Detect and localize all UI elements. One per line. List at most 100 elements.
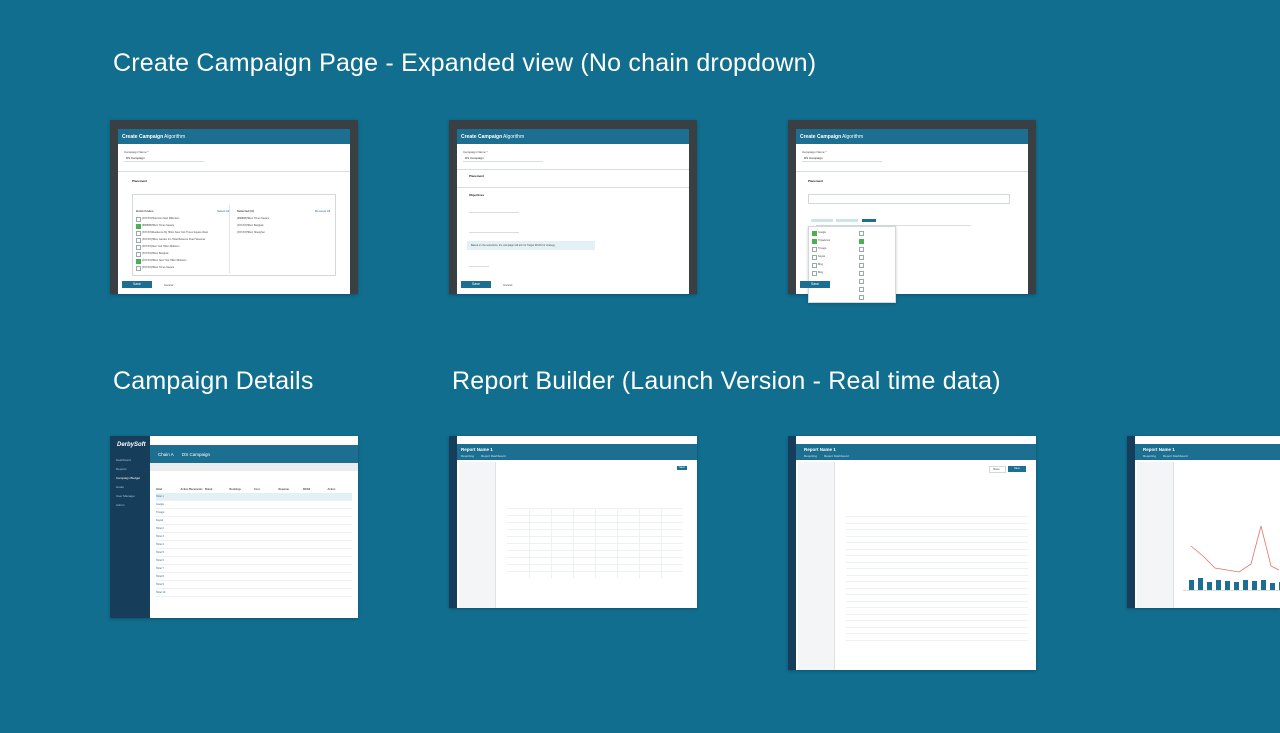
thumb-create-campaign-2[interactable]: Create Campaign Algorithm Campaign Name …	[449, 120, 697, 294]
placement-option[interactable]: Tripadvisor	[818, 239, 830, 242]
thumb-create-campaign-1[interactable]: Create Campaign Algorithm Campaign Name …	[110, 120, 358, 294]
table-row[interactable]: Hotel 5	[156, 551, 164, 554]
sidebar-nav-item[interactable]: Campaign Budget	[116, 476, 140, 480]
hotel-list-item[interactable]: [XXXXX]Hilton Bangkok	[142, 252, 169, 255]
table-row	[846, 548, 1028, 550]
table-row[interactable]: Hotel 2	[156, 527, 164, 530]
placement-checkbox[interactable]	[859, 295, 864, 300]
table-row-divider	[156, 596, 352, 597]
hotel-list-item[interactable]: [XXXXX]Hilton Times Square	[142, 266, 174, 269]
table-row[interactable]: Hotel 9	[156, 583, 164, 586]
cancel-button[interactable]: Cancel	[503, 283, 512, 287]
save-button[interactable]: Save	[1008, 466, 1026, 472]
table-row[interactable]: Kayak	[156, 519, 163, 522]
table-row	[846, 535, 1028, 537]
sidebar-nav-item[interactable]: Dashboard	[116, 458, 131, 462]
hotel-checkbox[interactable]	[136, 217, 141, 222]
placement-checkbox[interactable]	[859, 239, 864, 244]
selected-hotel-item[interactable]: [XXXXX]Hilton Bangkok	[237, 224, 264, 227]
tab-report-dashboard[interactable]: Report Dashboard	[824, 454, 849, 458]
table-row-divider	[156, 556, 352, 557]
save-button[interactable]: Save	[122, 281, 152, 288]
placement-option[interactable]: Bing	[818, 271, 823, 274]
hotel-search-input[interactable]	[808, 194, 1010, 204]
report-header: Report Name 1 Reporting Report Dashboard	[1135, 444, 1280, 460]
cancel-button[interactable]: Cancel	[164, 283, 173, 287]
chart-bar	[1243, 580, 1248, 590]
table-row[interactable]: Hotel 8	[156, 575, 164, 578]
sidebar-nav-item[interactable]: Goals	[116, 485, 124, 489]
placement-checkbox[interactable]	[859, 271, 864, 276]
sidebar-nav-item[interactable]: User Manager	[116, 494, 135, 498]
table-row[interactable]: Hotel 6	[156, 559, 164, 562]
hotel-checkbox[interactable]	[136, 224, 141, 229]
placement-checkbox[interactable]	[812, 231, 817, 236]
hotel-checkbox[interactable]	[136, 266, 141, 271]
hotel-checkbox[interactable]	[136, 252, 141, 257]
table-row[interactable]: Hotel 10	[156, 591, 165, 594]
placement-checkbox[interactable]	[859, 247, 864, 252]
hotel-list-item[interactable]: [XXXXX]Hilton New York Hilton Midtown	[142, 259, 186, 262]
hotel-list-item[interactable]: [XXXXX]Residence By Hilton New York Time…	[142, 231, 208, 234]
table-row	[846, 561, 1028, 563]
placement-checkbox[interactable]	[859, 279, 864, 284]
placement-checkbox[interactable]	[812, 263, 817, 268]
hotel-checkbox[interactable]	[136, 245, 141, 250]
placement-option[interactable]: Google	[818, 231, 826, 234]
placement-checkbox[interactable]	[812, 247, 817, 252]
campaign-name-value[interactable]: DS Campaign	[465, 156, 484, 160]
thumb-report-builder-3[interactable]: Report Name 1 Reporting Report Dashboard	[1127, 436, 1280, 608]
selected-hotel-item[interactable]: [888888]Hilton Times Square	[237, 217, 269, 220]
hotel-list-item[interactable]: [888888]Hilton Times Square	[142, 224, 174, 227]
table-row[interactable]: Hotel 4	[156, 543, 164, 546]
placement-option[interactable]: Bing	[818, 263, 823, 266]
placement-checkbox[interactable]	[812, 255, 817, 260]
sidebar-nav-item[interactable]: Admin	[116, 503, 125, 507]
breadcrumb-chain[interactable]: Chain A	[158, 452, 174, 457]
campaign-name-value[interactable]: DS Campaign	[126, 156, 145, 160]
hotel-list-item[interactable]: [XXXXX]New York Hilton Midtown	[142, 245, 179, 248]
placement-option[interactable]: Kayak	[818, 255, 825, 258]
placement-checkbox[interactable]	[859, 231, 864, 236]
tab-reporting[interactable]: Reporting	[461, 454, 474, 458]
hotel-checkbox[interactable]	[136, 231, 141, 236]
sidebar-nav-item[interactable]: Reports	[116, 467, 127, 471]
logo: DerbySoft	[117, 442, 146, 448]
share-button[interactable]: Share	[993, 468, 1000, 471]
save-button[interactable]: Save	[800, 281, 830, 288]
campaign-name-value[interactable]: DS Campaign	[804, 156, 823, 160]
placement-dropdown[interactable]: Google Tripadvisor Trivago Kayak Bing Bing	[808, 226, 896, 303]
tab-reporting[interactable]: Reporting	[804, 454, 817, 458]
chart-bar	[1216, 580, 1221, 590]
table-row[interactable]: Trivago	[156, 511, 164, 514]
placement-checkbox[interactable]	[859, 287, 864, 292]
hotel-list-item[interactable]: [XXXXX]Hotel Ann Mari Millenium	[142, 217, 179, 220]
placement-checkbox[interactable]	[812, 271, 817, 276]
thumb-create-campaign-3[interactable]: Create Campaign Algorithm Campaign Name …	[788, 120, 1036, 303]
tab-report-dashboard[interactable]: Report Dashboard	[481, 454, 506, 458]
hotel-list-item[interactable]: [XXXXX]Hilton Garden Inn Hotel Bellevue …	[142, 238, 205, 241]
title-create-campaign: Create Campaign Page - Expanded view (No…	[113, 49, 817, 77]
hotel-checkbox[interactable]	[136, 238, 141, 243]
selected-hotel-item[interactable]: [XXXXX]Hilton Shanghai	[237, 231, 264, 234]
placement-option[interactable]: Trivago	[818, 247, 826, 250]
table-row[interactable]: Hotel 7	[156, 567, 164, 570]
placement-checkbox[interactable]	[859, 263, 864, 268]
thumb-campaign-details[interactable]: DerbySoft Dashboard Reports Campaign Budge…	[110, 436, 358, 618]
tab-report-dashboard[interactable]: Report Dashboard	[1163, 454, 1188, 458]
table-row	[846, 516, 1028, 517]
table-row[interactable]: Hotel 1	[156, 495, 164, 498]
tab-reporting[interactable]: Reporting	[1143, 454, 1156, 458]
hotel-transfer-list: Hotel Codes Select All Selected (3) Remo…	[132, 194, 336, 276]
table-row[interactable]: Hotel 3	[156, 535, 164, 538]
table-row[interactable]: Google	[156, 503, 164, 506]
hotel-checkbox[interactable]	[136, 259, 141, 264]
header-subtitle: Algorithm	[503, 134, 525, 140]
thumb-report-builder-1[interactable]: Report Name 1 Reporting Report Dashboard…	[449, 436, 697, 608]
table-row	[846, 529, 1028, 530]
save-button[interactable]: Save	[677, 466, 687, 470]
thumb-report-builder-2[interactable]: Report Name 1 Reporting Report Dashboard…	[788, 436, 1036, 670]
placement-checkbox[interactable]	[812, 239, 817, 244]
save-button[interactable]: Save	[461, 281, 491, 288]
placement-checkbox[interactable]	[859, 255, 864, 260]
